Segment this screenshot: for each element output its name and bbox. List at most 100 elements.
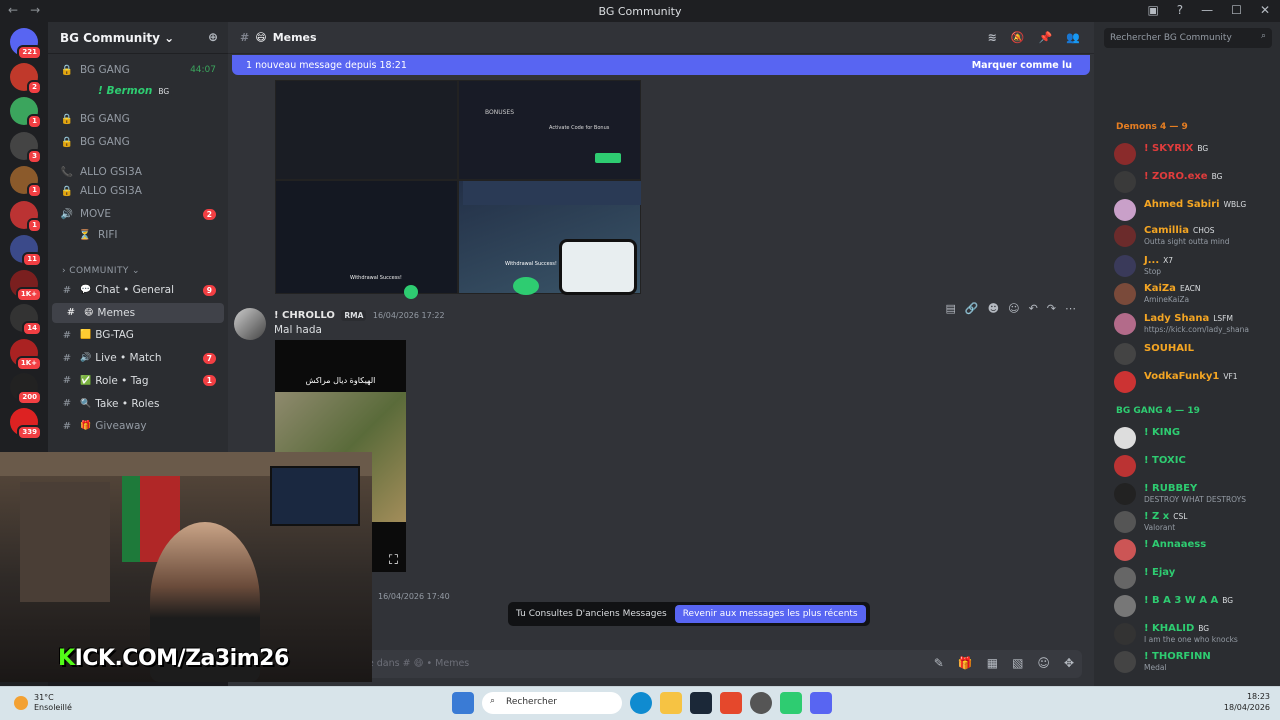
voice-channel[interactable]: 📞 ALLO GSI3A [48, 162, 228, 182]
help-icon[interactable]: ? [1177, 3, 1183, 17]
jump-to-present-button[interactable]: Revenir aux messages les plus récents [674, 605, 866, 623]
member-item[interactable]: Camillia CHOS Outta sight outta mind [1114, 224, 1276, 247]
minimize-button[interactable]: — [1201, 3, 1213, 17]
server-icon[interactable]: 2 [10, 62, 42, 95]
voice-channel[interactable]: 🔒 ALLO GSI3A [48, 181, 228, 201]
member-item[interactable]: Ahmed Sabiri WBLG [1114, 198, 1276, 221]
text-channel[interactable]: # 🎁 Giveaway [48, 416, 228, 436]
nitro-icon[interactable]: ✎ [934, 656, 944, 670]
discord-icon[interactable] [810, 692, 832, 714]
guild-header[interactable]: BG Community ⌄ ⊕ [48, 22, 228, 54]
member-item[interactable]: ! Z x CSL Valorant [1114, 510, 1276, 533]
member-item[interactable]: KaiZa EACN AmineKaiZa [1114, 282, 1276, 305]
server-icon[interactable]: 200 [10, 373, 42, 405]
apps-icon[interactable]: ✥ [1064, 656, 1074, 670]
voice-channel-label: ALLO GSI3A [80, 166, 142, 178]
member-item[interactable]: ! TOXIC [1114, 454, 1276, 477]
server-icon[interactable]: 1 [10, 200, 42, 233]
message-author[interactable]: ! CHROLLO RMA 16/04/2026 17:22 [274, 310, 445, 321]
gift-icon[interactable]: 🎁 [958, 656, 973, 670]
weather-widget[interactable]: 31°C Ensoleillé [14, 693, 72, 713]
server-icon[interactable]: 14 [10, 304, 42, 336]
link-icon[interactable]: 🔗 [965, 302, 979, 315]
window-title: BG Community [598, 5, 682, 18]
member-item[interactable]: ! B A 3 W A A BG [1114, 594, 1276, 617]
voice-channel-label: BG GANG [80, 113, 130, 125]
threads-icon[interactable]: ≋ [988, 31, 997, 44]
member-item[interactable]: ! Annaaess [1114, 538, 1276, 561]
new-messages-bar[interactable]: 1 nouveau message depuis 18:21 Marquer c… [232, 55, 1090, 75]
mute-icon[interactable]: 🔕 [1011, 31, 1025, 44]
text-channel[interactable]: # 🟨 BG-TAG [48, 325, 228, 345]
maximize-button[interactable]: ☐ [1231, 3, 1242, 17]
text-channel[interactable]: # 😄 Memes [52, 302, 224, 323]
add-member-icon[interactable]: ⊕ [208, 30, 218, 44]
server-icon[interactable]: 11 [10, 235, 42, 267]
member-item[interactable]: ! RUBBEY DESTROY WHAT DESTROYS [1114, 482, 1276, 505]
server-icon[interactable]: 221 [10, 28, 42, 60]
inbox-icon[interactable]: ▣ [1147, 3, 1158, 17]
members-icon[interactable]: 👥 [1066, 31, 1080, 44]
server-icon[interactable]: 339 [10, 407, 42, 440]
text-channel[interactable]: # ✅ Role • Tag 1 [48, 371, 228, 391]
member-name: ! KHALID BG [1144, 623, 1210, 634]
text-channel[interactable]: # 🔊 Live • Match 7 [48, 348, 228, 368]
taskbar-search[interactable]: ⌕ Rechercher [482, 692, 622, 714]
more-icon[interactable]: ⋯ [1065, 302, 1076, 315]
edge-icon[interactable] [630, 692, 652, 714]
server-icon[interactable]: 3 [10, 131, 42, 164]
avatar [1114, 199, 1136, 221]
hash-icon: # [66, 307, 76, 319]
voice-channel[interactable]: ! Bermon BG [48, 81, 228, 101]
text-channel[interactable]: # 🔍 Take • Roles [48, 394, 228, 414]
emoji-picker-icon[interactable]: ☺ [1037, 656, 1050, 670]
server-icon[interactable]: 1K+ [10, 269, 42, 302]
sticker-icon[interactable]: ▧ [1012, 656, 1023, 670]
server-icon[interactable]: 1K+ [10, 338, 42, 371]
gif-icon[interactable]: ▦ [987, 656, 998, 670]
brave-icon[interactable] [720, 692, 742, 714]
member-item[interactable]: Lady Shana LSFM https://kick.com/lady_shan… [1114, 312, 1276, 335]
member-name: ! ZORO.exe BG [1144, 171, 1223, 182]
member-item[interactable]: VodkaFunky1 VF1 [1114, 370, 1276, 393]
server-icon[interactable]: 1 [10, 97, 42, 129]
steam-icon[interactable] [690, 692, 712, 714]
member-item[interactable]: J... X7 Stop [1114, 254, 1276, 277]
member-item[interactable]: SOUHAIL [1114, 342, 1276, 365]
member-item[interactable]: ! THORFINN Medal [1114, 650, 1276, 673]
channel-label: Chat • General [95, 284, 175, 296]
image-attachment[interactable]: BONUSES Activate Code for Bonus Withdraw… [275, 80, 641, 299]
folder-icon[interactable] [660, 692, 682, 714]
fullscreen-icon[interactable]: ⛶ [389, 553, 398, 568]
app-icon[interactable]: ▤ [946, 302, 956, 315]
mark-read-button[interactable]: Marquer comme lu [972, 60, 1072, 71]
voice-channel[interactable]: 🔒 BG GANG [48, 109, 228, 129]
voice-channel[interactable]: ⏳ RIFI [48, 225, 228, 245]
kick-app-icon[interactable] [780, 692, 802, 714]
system-tray[interactable]: 18:23 18/04/2026 [1224, 691, 1270, 713]
server-icon[interactable]: 1 [10, 166, 42, 198]
voice-channel[interactable]: 🔊 MOVE 2 [48, 204, 228, 224]
reply-icon[interactable]: ↶ [1029, 302, 1038, 315]
category-label[interactable]: › COMMUNITY ⌄ [62, 266, 140, 276]
pin-icon[interactable]: 📌 [1039, 31, 1053, 44]
member-item[interactable]: ! KHALID BG I am the one who knocks [1114, 622, 1276, 645]
react-icon[interactable]: ☻ [988, 302, 999, 315]
avatar[interactable] [234, 308, 266, 340]
close-button[interactable]: ✕ [1260, 3, 1270, 17]
voice-channel[interactable]: 🔒 BG GANG 44:07 [48, 60, 228, 80]
channel-label: Giveaway [95, 420, 147, 433]
start-icon[interactable] [452, 692, 474, 714]
text-channel[interactable]: # 💬 Chat • General 9 [48, 280, 228, 300]
member-item[interactable]: ! Ejay [1114, 566, 1276, 589]
member-item[interactable]: ! ZORO.exe BG [1114, 170, 1276, 193]
search-input[interactable]: Rechercher BG Community ⌕ [1104, 28, 1272, 48]
member-item[interactable]: ! KING [1114, 426, 1276, 449]
stream-overlay-text: KICK.COM/Za3im26 [58, 646, 289, 671]
member-item[interactable]: ! SKYRIX BG [1114, 142, 1276, 165]
voice-channel[interactable]: 🔒 BG GANG [48, 132, 228, 152]
forward-icon[interactable]: ↷ [1047, 302, 1056, 315]
emoji-react-icon[interactable]: ☺ [1008, 302, 1019, 315]
avatar [1114, 511, 1136, 533]
obs-icon[interactable] [750, 692, 772, 714]
